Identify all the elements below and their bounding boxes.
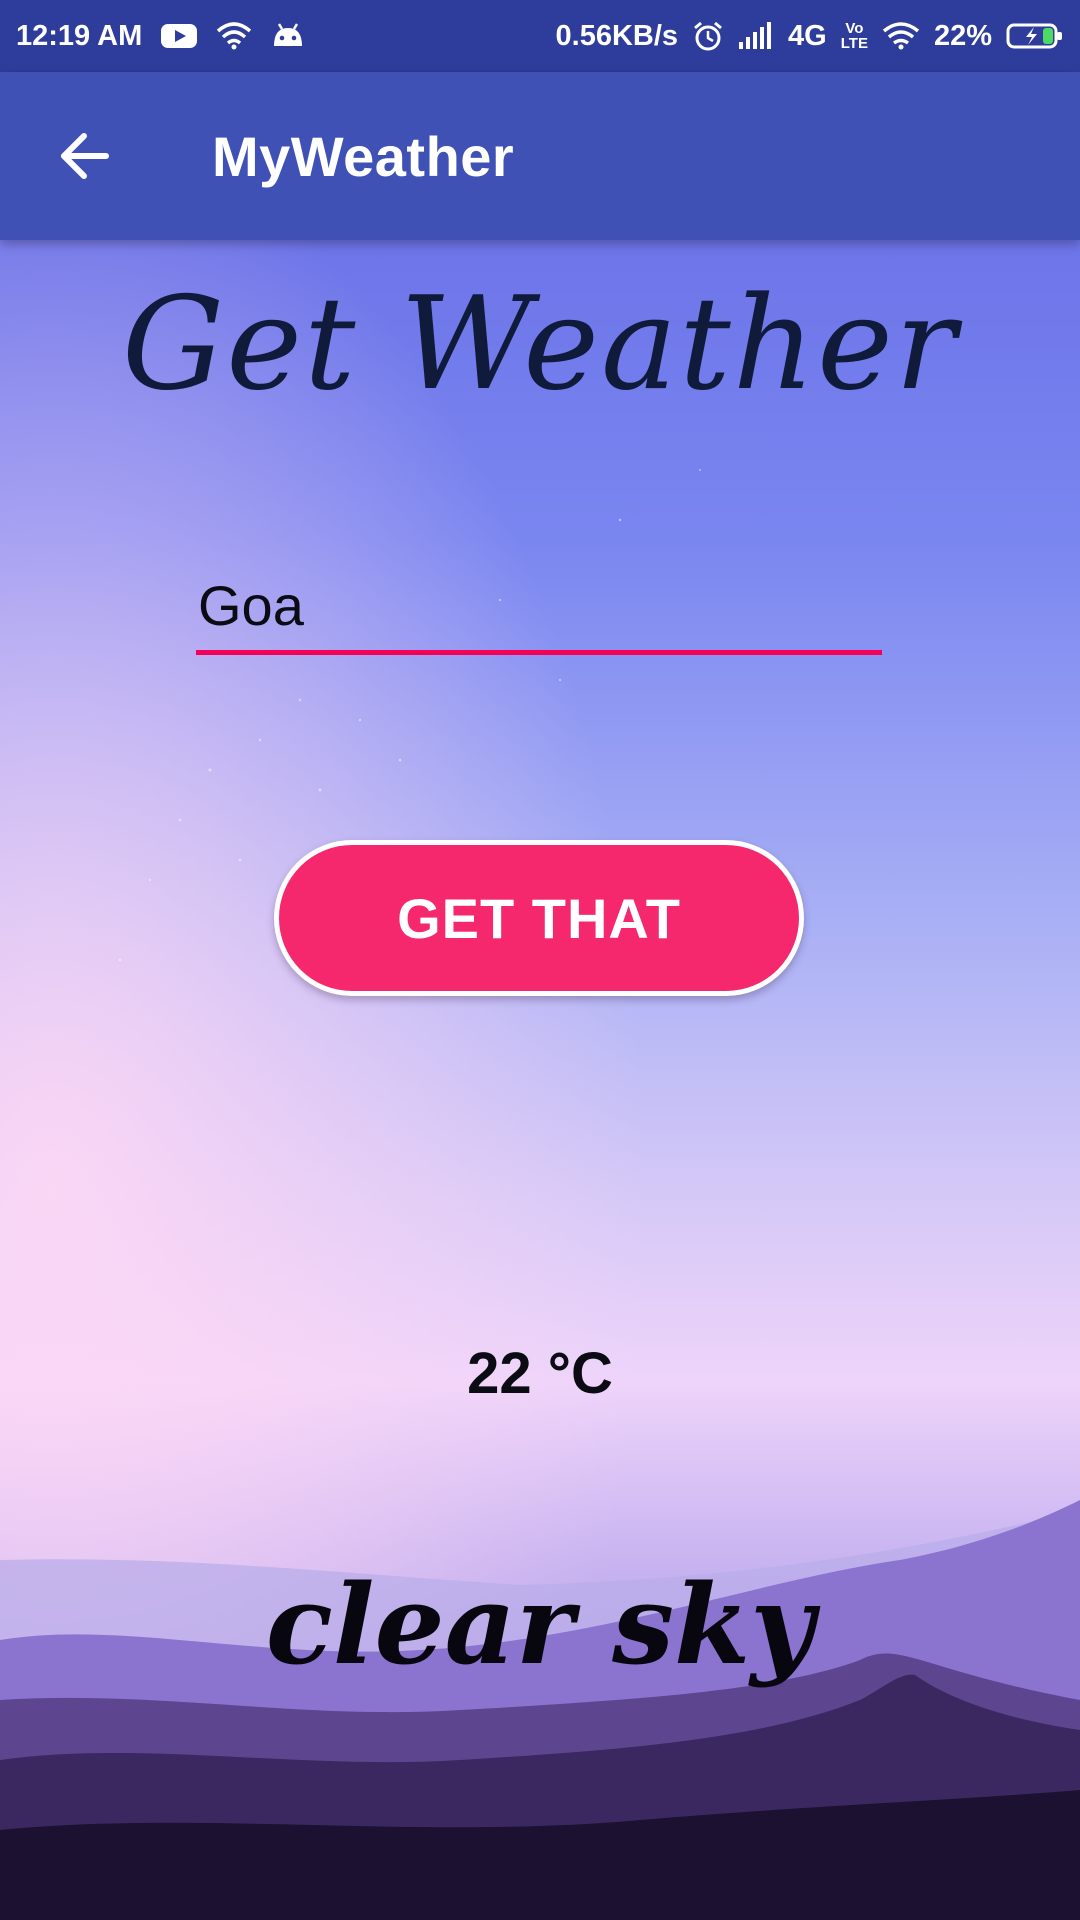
city-input[interactable] (196, 560, 882, 655)
app-bar: MyWeather (0, 72, 1080, 240)
back-button[interactable] (36, 108, 132, 204)
status-battery-percent: 22% (933, 19, 992, 52)
volte-bottom-label: LTE (840, 35, 868, 52)
status-net-speed: 0.56KB/s (555, 19, 679, 52)
app-title: MyWeather (212, 124, 515, 188)
battery-charging-icon (1006, 22, 1064, 50)
status-bar-left: 12:19 AM (16, 20, 306, 53)
volte-icon: Vo LTE (841, 21, 868, 51)
back-arrow-icon (58, 132, 110, 180)
status-time: 12:19 AM (16, 19, 143, 52)
get-weather-button[interactable]: GET THAT (274, 840, 804, 996)
page-heading: Get Weather (121, 270, 959, 419)
status-bar-right: 0.56KB/s 4G Vo LTE 22% (556, 20, 1064, 53)
youtube-icon (160, 22, 198, 50)
temperature-label: 22 °C (467, 1341, 613, 1406)
wifi-icon (216, 21, 252, 51)
status-bar: 12:19 AM 0.56KB/s 4G Vo LTE 22% (0, 0, 1080, 72)
weather-description: clear sky (265, 1560, 815, 1689)
alarm-icon (692, 20, 724, 52)
signal-icon (738, 22, 774, 50)
wifi-icon (882, 21, 920, 51)
status-network-type: 4G (788, 19, 827, 52)
android-icon (270, 22, 306, 50)
volte-top-label: Vo (845, 20, 864, 37)
main-content: Get Weather GET THAT 22 °C clear sky (0, 0, 1080, 1920)
